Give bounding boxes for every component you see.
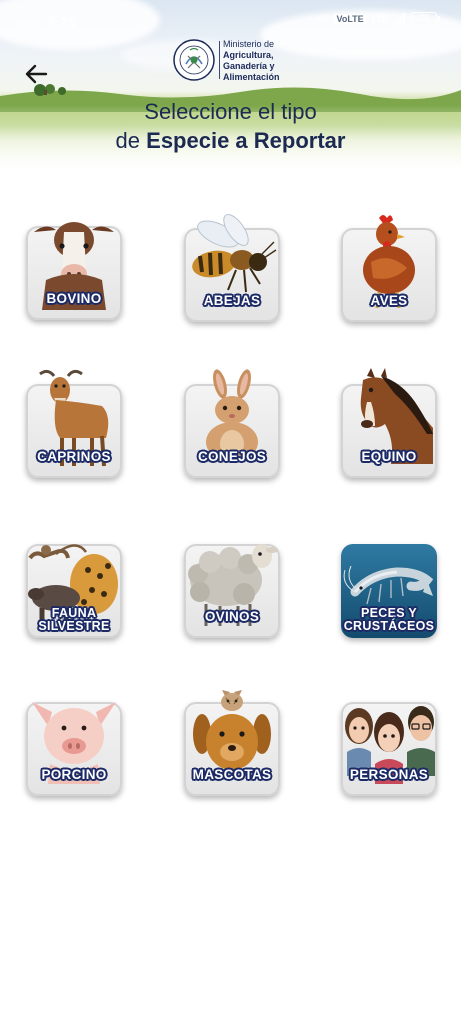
species-label: PORCINO <box>41 767 107 782</box>
title-line-2: de Especie a Reportar <box>115 128 346 153</box>
species-tile-conejos[interactable]: CONEJOS <box>184 369 280 478</box>
species-tile-porcino[interactable]: PORCINO <box>26 702 122 796</box>
species-tile-abejas[interactable]: ABEJAS <box>184 214 280 322</box>
network-type-label: 4G <box>317 14 329 23</box>
species-tile-fauna-silvestre[interactable]: FAUNA SILVESTRE <box>26 544 122 638</box>
coat-of-arms-icon <box>173 39 215 81</box>
carrier-label: TIGO <box>14 18 41 29</box>
species-label: PECES Y CRUSTÁCEOS <box>343 606 435 633</box>
back-button[interactable] <box>22 62 50 86</box>
battery-icon: 72 <box>411 12 440 26</box>
species-tile-mascotas[interactable]: MASCOTAS <box>184 690 280 796</box>
species-label: OVINOS <box>204 609 260 624</box>
species-tile-ovinos[interactable]: OVINOS <box>184 544 280 638</box>
species-label: AVES <box>370 293 408 308</box>
species-tile-bovino[interactable]: BOVINO <box>26 222 122 320</box>
species-tile-peces-crustaceos[interactable]: PECES Y CRUSTÁCEOS <box>341 544 437 638</box>
species-tile-aves[interactable]: AVES <box>341 215 437 322</box>
species-label: MASCOTAS <box>192 767 272 782</box>
signal-icon <box>394 13 405 25</box>
lte-label: LTE <box>371 14 388 24</box>
species-tile-equino[interactable]: EQUINO <box>341 368 437 478</box>
species-label: ABEJAS <box>203 293 261 308</box>
page-title: Seleccione el tipo de Especie a Reportar <box>0 97 461 155</box>
arrow-left-icon <box>25 64 48 84</box>
species-label: EQUINO <box>361 449 417 464</box>
species-label: FAUNA SILVESTRE <box>38 606 110 633</box>
species-label: BOVINO <box>46 291 102 306</box>
clock: 5:26 <box>48 14 77 29</box>
species-label: CAPRINOS <box>37 449 111 464</box>
title-line-1: Seleccione el tipo <box>144 99 317 124</box>
ministry-name: Ministerio de Agricultura, Ganadería y A… <box>223 39 280 82</box>
species-tile-caprinos[interactable]: CAPRINOS <box>26 369 122 478</box>
volte-badge: VoLTE <box>334 14 366 24</box>
species-label: CONEJOS <box>197 449 267 464</box>
ministry-logo: Ministerio de Agricultura, Ganadería y A… <box>172 38 292 84</box>
species-tile-personas[interactable]: PERSONAS <box>341 702 437 796</box>
species-label: PERSONAS <box>349 767 429 782</box>
